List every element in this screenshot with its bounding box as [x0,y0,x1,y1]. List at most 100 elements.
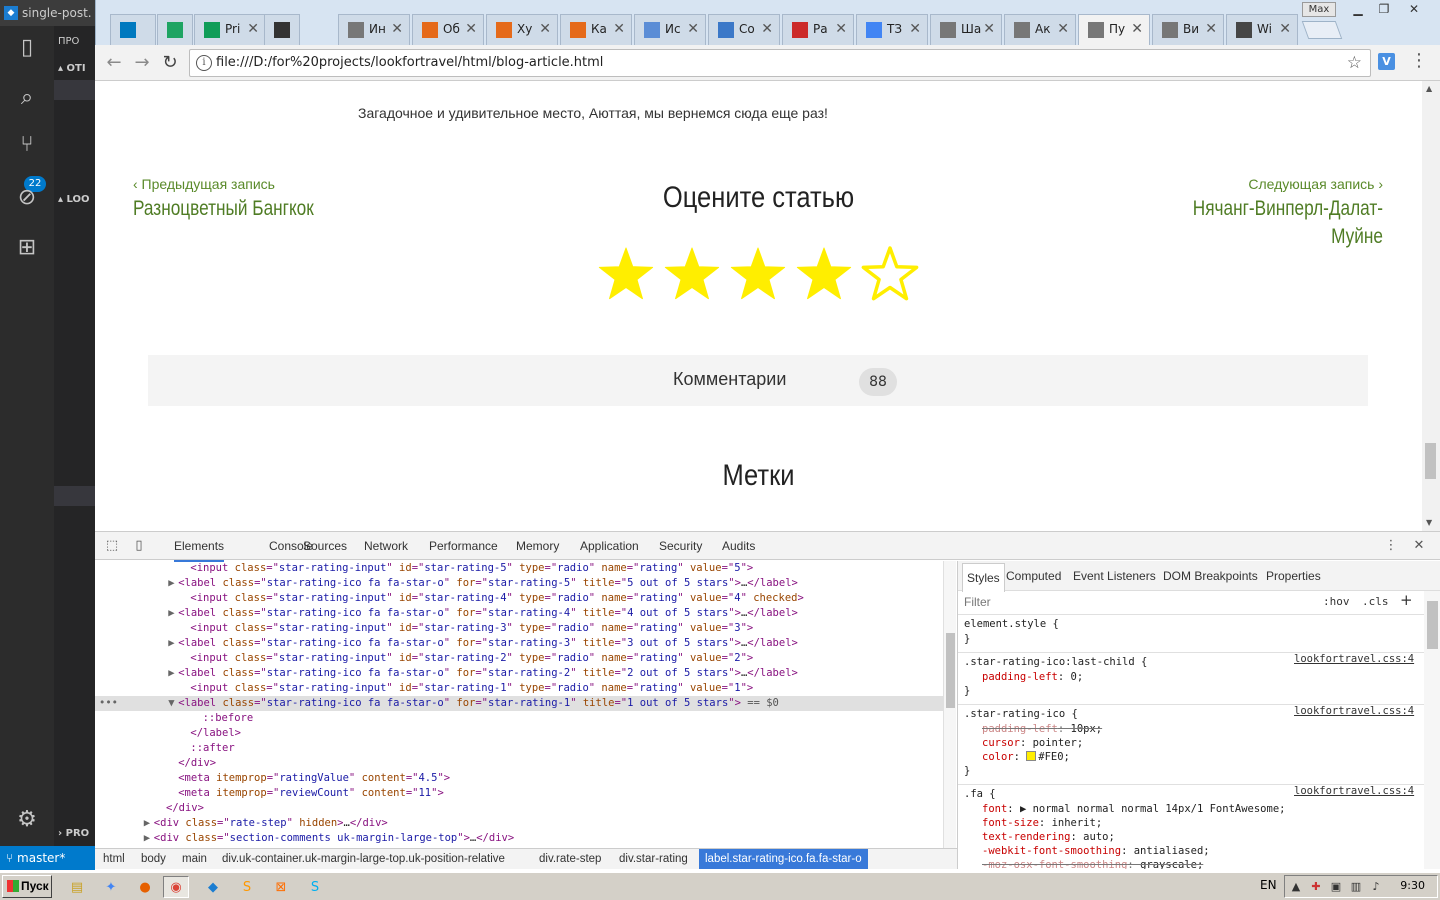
close-tab-icon[interactable]: ✕ [247,15,259,44]
tray-shield-icon[interactable]: ✚ [1309,880,1323,894]
star-rating[interactable] [595,246,925,302]
browser-tab[interactable]: Пу ✕ [1078,14,1150,46]
volume-icon[interactable]: ♪ [1369,880,1383,894]
css-source-link[interactable]: lookfortravel.css:4 [1294,785,1414,797]
close-tab-icon[interactable]: ✕ [1057,15,1069,44]
styles-filter-input[interactable]: Filter [964,595,991,609]
dom-node[interactable]: <meta itemprop="reviewCount" content="11… [95,786,943,801]
browser-tab[interactable]: Ра ✕ [782,14,854,45]
dom-tree-scrollbar-thumb[interactable] [946,633,955,708]
sidebar-section-open-editors[interactable]: ▴ OTI [58,63,95,74]
forward-button[interactable]: → [131,52,153,74]
close-tab-icon[interactable]: ✕ [1205,15,1217,44]
star-filled-icon[interactable] [727,246,789,302]
folder-app-icon[interactable]: ▤ [64,876,90,898]
css-rule-selector[interactable]: .star-rating-ico:last-child { [964,655,1147,669]
css-declaration[interactable]: font: ▶ normal normal normal 14px/1 Font… [982,802,1285,816]
browser-tab[interactable]: Ша ✕ [930,14,1002,45]
css-source-link[interactable]: lookfortravel.css:4 [1294,705,1414,717]
reload-button[interactable]: ↻ [159,52,181,74]
css-declaration[interactable]: padding-left: 10px; [982,722,1102,736]
browser-tab[interactable]: Ху ✕ [486,14,558,45]
firefox-icon[interactable]: ● [132,876,158,898]
browser-tab[interactable]: ТЗ ✕ [856,14,928,45]
close-window-button[interactable]: ✕ [1400,2,1428,17]
expand-arrow-icon[interactable]: ▶ [144,831,154,846]
dom-node[interactable]: ▶ <div class="section-comments uk-margin-… [95,831,943,846]
star-filled-icon[interactable] [793,246,855,302]
pinned-app-icon[interactable]: ✦ [98,876,124,898]
search-icon[interactable]: ⌕ [13,84,41,112]
star-filled-icon[interactable] [661,246,723,302]
address-bar[interactable]: i file:///D:/for%20projects/lookfortrave… [189,49,1371,77]
devtools-menu-icon[interactable]: ⋮ [1383,538,1399,554]
dom-tree-scrollbar[interactable] [943,561,956,848]
extension-v-icon[interactable]: V [1378,53,1395,70]
archive-app-icon[interactable]: ⊠ [268,876,294,898]
browser-tab[interactable]: Ка ✕ [560,14,632,45]
close-tab-icon[interactable]: ✕ [835,15,847,44]
browser-tab[interactable]: Wi ✕ [1226,14,1298,45]
dom-node[interactable]: ▶ <div class="rate-step" hidden>…</div> [95,816,943,831]
new-rule-plus-icon[interactable]: + [1400,591,1413,609]
css-rule-selector[interactable]: .star-rating-ico { [964,707,1078,721]
next-post-title-line2[interactable]: Муйне [1147,223,1383,251]
dom-node[interactable]: <input class="star-rating-input" id="sta… [95,591,943,606]
info-icon[interactable]: i [196,55,212,71]
css-source-link[interactable]: lookfortravel.css:4 [1294,653,1414,665]
language-indicator[interactable]: EN [1260,878,1277,892]
dom-node[interactable]: ▶ <label class="star-rating-ico fa fa-sta… [95,576,943,591]
breadcrumb-item[interactable]: main [179,849,210,869]
close-tab-icon[interactable]: ✕ [613,15,625,44]
settings-gear-icon[interactable]: ⚙ [13,806,41,834]
breadcrumb-item[interactable]: html [100,849,128,869]
chrome-icon[interactable]: ◉ [163,876,189,898]
dom-node[interactable]: </label> [95,726,943,741]
breadcrumb-active[interactable]: label.star-rating-ico.fa.fa-star-o [699,849,868,869]
css-declaration[interactable]: -webkit-font-smoothing: antialiased; [982,844,1210,858]
browser-tab[interactable]: Pri ✕ [194,14,266,45]
expand-arrow-icon[interactable]: ▶ [168,576,178,591]
source-control-icon[interactable]: ⑂ [13,131,41,159]
sidebar-section-project[interactable]: › PRO [58,828,95,839]
close-tab-icon[interactable]: ✕ [687,15,699,44]
css-declaration[interactable]: font-size: inherit; [982,816,1102,830]
sublime-icon[interactable]: S [234,876,260,898]
tray-expand-icon[interactable]: ▲ [1289,880,1303,894]
comments-label[interactable]: Комментарии [673,369,786,390]
browser-tab[interactable]: Ви ✕ [1152,14,1224,45]
minimize-button[interactable]: ▁ [1344,2,1372,17]
css-rule-selector[interactable]: element.style { [964,617,1059,631]
styles-scrollbar-thumb[interactable] [1427,601,1438,649]
styles-scrollbar[interactable] [1424,591,1440,869]
sidebar-selected-row[interactable] [54,80,95,100]
browser-tab[interactable]: Ак ✕ [1004,14,1076,45]
devtools-tab-elements[interactable]: Elements [174,532,225,562]
dom-node[interactable]: ▶ <label class="star-rating-ico fa fa-sta… [95,666,943,681]
class-toggle[interactable]: .cls [1362,595,1389,608]
dom-node[interactable]: ::after [95,741,943,756]
css-declaration[interactable]: text-rendering: auto; [982,830,1115,844]
expand-arrow-icon[interactable]: ▶ [144,816,154,831]
devtools-tab-application[interactable]: Application [580,532,639,560]
dom-node[interactable]: </div> [95,756,943,771]
styles-tab-styles[interactable]: Styles [962,563,1005,592]
address-url[interactable]: file:///D:/for%20projects/lookfortravel/… [216,50,603,76]
dom-node[interactable]: </div> [95,801,943,816]
devtools-tab-audits[interactable]: Audits [722,532,755,560]
dom-node[interactable]: <input class="star-rating-input" id="sta… [95,651,943,666]
dom-node[interactable]: <input class="star-rating-input" id="sta… [95,681,943,696]
styles-tab-properties[interactable]: Properties [1266,561,1321,591]
css-declaration[interactable]: cursor: pointer; [982,736,1083,750]
expand-arrow-icon[interactable]: ▶ [168,636,178,651]
close-tab-icon[interactable]: ✕ [909,15,921,44]
expand-arrow-icon[interactable]: ▶ [168,606,178,621]
close-tab-icon[interactable]: ✕ [983,15,995,44]
close-tab-icon[interactable]: ✕ [465,15,477,44]
bookmark-star-icon[interactable]: ☆ [1347,50,1362,76]
debug-icon[interactable]: ⊘ [13,184,41,212]
new-tab-button[interactable] [1301,21,1343,39]
start-button[interactable]: Пуск [2,875,52,898]
comments-toggle[interactable]: Комментарии 88 [148,355,1368,406]
css-declaration[interactable]: padding-left: 0; [982,670,1083,684]
